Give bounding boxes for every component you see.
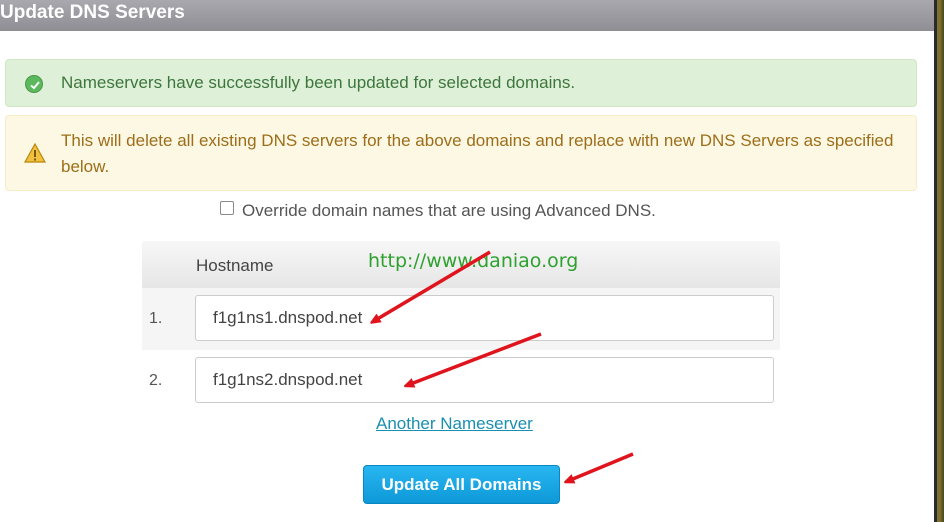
success-message: Nameservers have successfully been updat…	[61, 73, 576, 92]
nameserver-2-input[interactable]	[195, 357, 774, 403]
background-edge	[934, 0, 944, 522]
row-number: 2.	[149, 372, 163, 389]
override-label: Override domain names that are using Adv…	[242, 201, 656, 220]
hostname-column-header: Hostname	[196, 256, 274, 275]
dialog-title: Update DNS Servers	[0, 0, 934, 31]
watermark-text: http://www.daniao.org	[368, 250, 579, 272]
update-all-domains-button[interactable]: Update All Domains	[363, 465, 560, 504]
warning-alert: This will delete all existing DNS server…	[5, 115, 917, 191]
row-number: 1.	[149, 310, 163, 327]
check-circle-icon	[25, 75, 43, 93]
override-checkbox[interactable]	[220, 201, 234, 215]
override-advanced-dns[interactable]: Override domain names that are using Adv…	[220, 201, 656, 221]
warning-icon	[23, 142, 47, 171]
arrow-annotation	[568, 452, 634, 481]
warning-message: This will delete all existing DNS server…	[61, 131, 894, 176]
success-alert: Nameservers have successfully been updat…	[5, 59, 917, 107]
another-nameserver-link[interactable]: Another Nameserver	[376, 414, 533, 434]
nameserver-1-input[interactable]	[195, 295, 774, 341]
